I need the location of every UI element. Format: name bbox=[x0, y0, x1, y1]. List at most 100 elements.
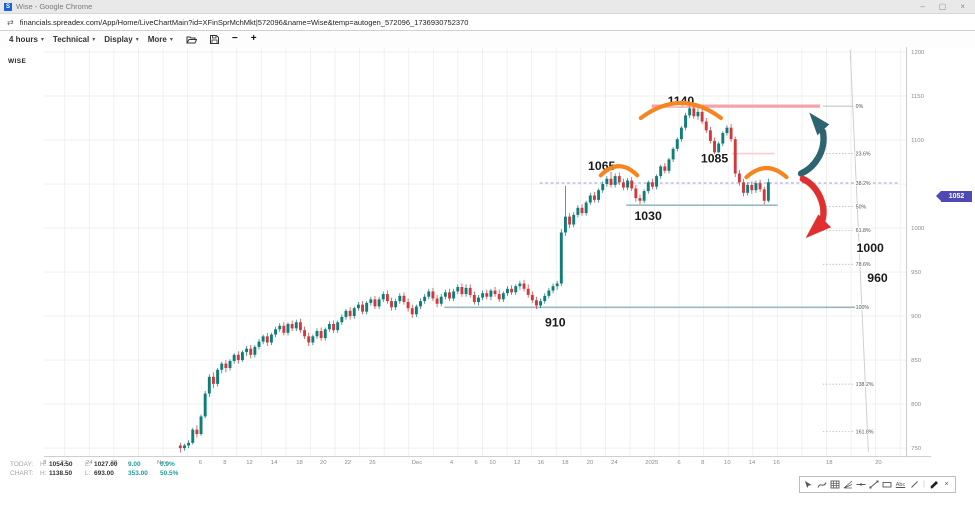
close-icon[interactable]: × bbox=[960, 1, 965, 13]
svg-text:1030: 1030 bbox=[634, 209, 661, 223]
svg-text:1150: 1150 bbox=[911, 94, 924, 100]
trend-line-tool-icon[interactable] bbox=[868, 479, 879, 491]
svg-text:50%: 50% bbox=[856, 204, 867, 210]
svg-text:800: 800 bbox=[911, 402, 922, 408]
svg-text:22: 22 bbox=[345, 460, 352, 466]
pointer-tool-icon[interactable] bbox=[803, 479, 814, 491]
svg-text:26: 26 bbox=[369, 460, 376, 466]
svg-text:138.2%: 138.2% bbox=[856, 382, 874, 388]
svg-text:1085: 1085 bbox=[701, 152, 728, 166]
svg-text:100%: 100% bbox=[856, 305, 870, 311]
more-label: More bbox=[148, 35, 167, 44]
candlestick-series bbox=[179, 106, 770, 453]
minimize-icon[interactable]: – bbox=[920, 1, 924, 13]
pencil-tool-icon[interactable] bbox=[928, 479, 939, 491]
chart-low: 693.00 bbox=[94, 470, 128, 479]
svg-text:1200: 1200 bbox=[911, 50, 925, 56]
svg-text:61.8%: 61.8% bbox=[856, 228, 871, 234]
diagonal-line-tool-icon[interactable] bbox=[909, 479, 920, 491]
svg-text:14: 14 bbox=[271, 460, 278, 466]
chevron-down-icon: ▾ bbox=[41, 36, 44, 43]
chevron-down-icon: ▾ bbox=[136, 36, 139, 43]
svg-text:14: 14 bbox=[749, 460, 756, 466]
url-bar[interactable]: ⇄ financials.spreadex.com/App/Home/LiveC… bbox=[0, 14, 975, 31]
svg-text:161.8%: 161.8% bbox=[856, 429, 874, 435]
zoom-out-icon[interactable]: − bbox=[232, 34, 238, 44]
curve-tool-icon[interactable] bbox=[816, 479, 827, 491]
more-dropdown[interactable]: More ▾ bbox=[148, 35, 173, 44]
svg-text:6: 6 bbox=[474, 460, 478, 466]
technical-label: Technical bbox=[53, 35, 89, 44]
svg-text:18: 18 bbox=[562, 460, 569, 466]
svg-text:23.6%: 23.6% bbox=[856, 151, 871, 157]
svg-text:24: 24 bbox=[611, 460, 618, 466]
fib-levels: 0%23.6%38.2%50%61.8%78.6%100%138.2%161.8… bbox=[823, 104, 874, 435]
text-tool-icon[interactable]: Abc bbox=[894, 479, 907, 491]
up-arrow bbox=[801, 113, 829, 174]
timeframe-dropdown[interactable]: 4 hours ▾ bbox=[9, 35, 44, 44]
chart-area[interactable]: 12001150110010009509008508007508222428No… bbox=[0, 47, 975, 523]
tab-switch-icon[interactable]: ⇄ bbox=[7, 18, 14, 27]
svg-text:8: 8 bbox=[223, 460, 227, 466]
fib-grid-tool-icon[interactable] bbox=[829, 479, 840, 491]
svg-text:16: 16 bbox=[537, 460, 544, 466]
candlestick-chart[interactable]: 12001150110010009509008508007508222428No… bbox=[0, 47, 975, 523]
rectangle-tool-icon[interactable] bbox=[881, 479, 892, 491]
svg-text:4: 4 bbox=[450, 460, 454, 466]
display-label: Display bbox=[104, 35, 132, 44]
save-icon[interactable] bbox=[210, 35, 219, 44]
delete-tool-icon[interactable]: × bbox=[941, 479, 952, 491]
svg-text:1000: 1000 bbox=[857, 241, 884, 255]
display-dropdown[interactable]: Display ▾ bbox=[104, 35, 138, 44]
chart-label: CHART: bbox=[10, 470, 40, 479]
today-change-pct: 0.9% bbox=[160, 461, 186, 470]
svg-text:6: 6 bbox=[199, 460, 203, 466]
svg-text:20: 20 bbox=[587, 460, 594, 466]
chart-high: 1138.50 bbox=[49, 470, 85, 479]
window-title: Wise - Google Chrome bbox=[16, 2, 920, 11]
zoom-in-icon[interactable]: + bbox=[251, 34, 257, 44]
svg-text:20: 20 bbox=[875, 460, 882, 466]
svg-text:78.6%: 78.6% bbox=[856, 262, 871, 268]
svg-text:Dec: Dec bbox=[412, 460, 423, 466]
price-axis-labels: 1200115011001000950900850800750 bbox=[911, 50, 925, 452]
chart-change: 353.00 bbox=[128, 470, 160, 479]
chart-change-pct: 50.5% bbox=[160, 470, 186, 479]
url-text[interactable]: financials.spreadex.com/App/Home/LiveCha… bbox=[20, 18, 469, 27]
price-annotations: 11401065108510309101000960 bbox=[545, 94, 888, 329]
svg-text:12: 12 bbox=[514, 460, 521, 466]
svg-text:16: 16 bbox=[773, 460, 780, 466]
maximize-icon[interactable]: ▢ bbox=[939, 1, 947, 13]
svg-text:750: 750 bbox=[911, 446, 922, 452]
timeframe-label: 4 hours bbox=[9, 35, 38, 44]
toolbar-separator: | bbox=[922, 479, 926, 491]
svg-text:8: 8 bbox=[701, 460, 705, 466]
svg-text:12: 12 bbox=[246, 460, 253, 466]
fan-lines-tool-icon[interactable] bbox=[842, 479, 853, 491]
svg-text:18: 18 bbox=[296, 460, 303, 466]
horizontal-line-tool-icon[interactable] bbox=[855, 479, 866, 491]
svg-text:10: 10 bbox=[489, 460, 496, 466]
today-change: 9.00 bbox=[128, 461, 160, 470]
symbol-label: WISE bbox=[8, 58, 26, 65]
chart-toolbar: 4 hours ▾ Technical ▾ Display ▾ More ▾ −… bbox=[0, 31, 975, 48]
svg-text:0%: 0% bbox=[856, 104, 864, 110]
chevron-down-icon: ▾ bbox=[170, 36, 173, 43]
svg-text:850: 850 bbox=[911, 358, 922, 364]
drawing-toolbar: Abc | × bbox=[799, 476, 956, 493]
chart-row: CHART:H:1138.50L:693.00353.0050.5% bbox=[10, 470, 186, 479]
window-titlebar: S Wise - Google Chrome – ▢ × bbox=[0, 0, 975, 14]
svg-text:910: 910 bbox=[545, 315, 566, 329]
svg-text:18: 18 bbox=[826, 460, 833, 466]
open-folder-icon[interactable] bbox=[186, 35, 197, 44]
today-high: 1054.50 bbox=[49, 461, 85, 470]
chevron-down-icon: ▾ bbox=[92, 36, 95, 43]
today-label: TODAY: bbox=[10, 461, 40, 470]
site-favicon: S bbox=[4, 3, 12, 11]
technical-dropdown[interactable]: Technical ▾ bbox=[53, 35, 95, 44]
svg-text:6: 6 bbox=[677, 460, 681, 466]
today-low: 1027.00 bbox=[94, 461, 128, 470]
today-row: TODAY:H:1054.50L:1027.009.000.9% bbox=[10, 461, 186, 470]
ohlc-legend: TODAY:H:1054.50L:1027.009.000.9% CHART:H… bbox=[10, 461, 186, 478]
svg-text:900: 900 bbox=[911, 314, 922, 320]
